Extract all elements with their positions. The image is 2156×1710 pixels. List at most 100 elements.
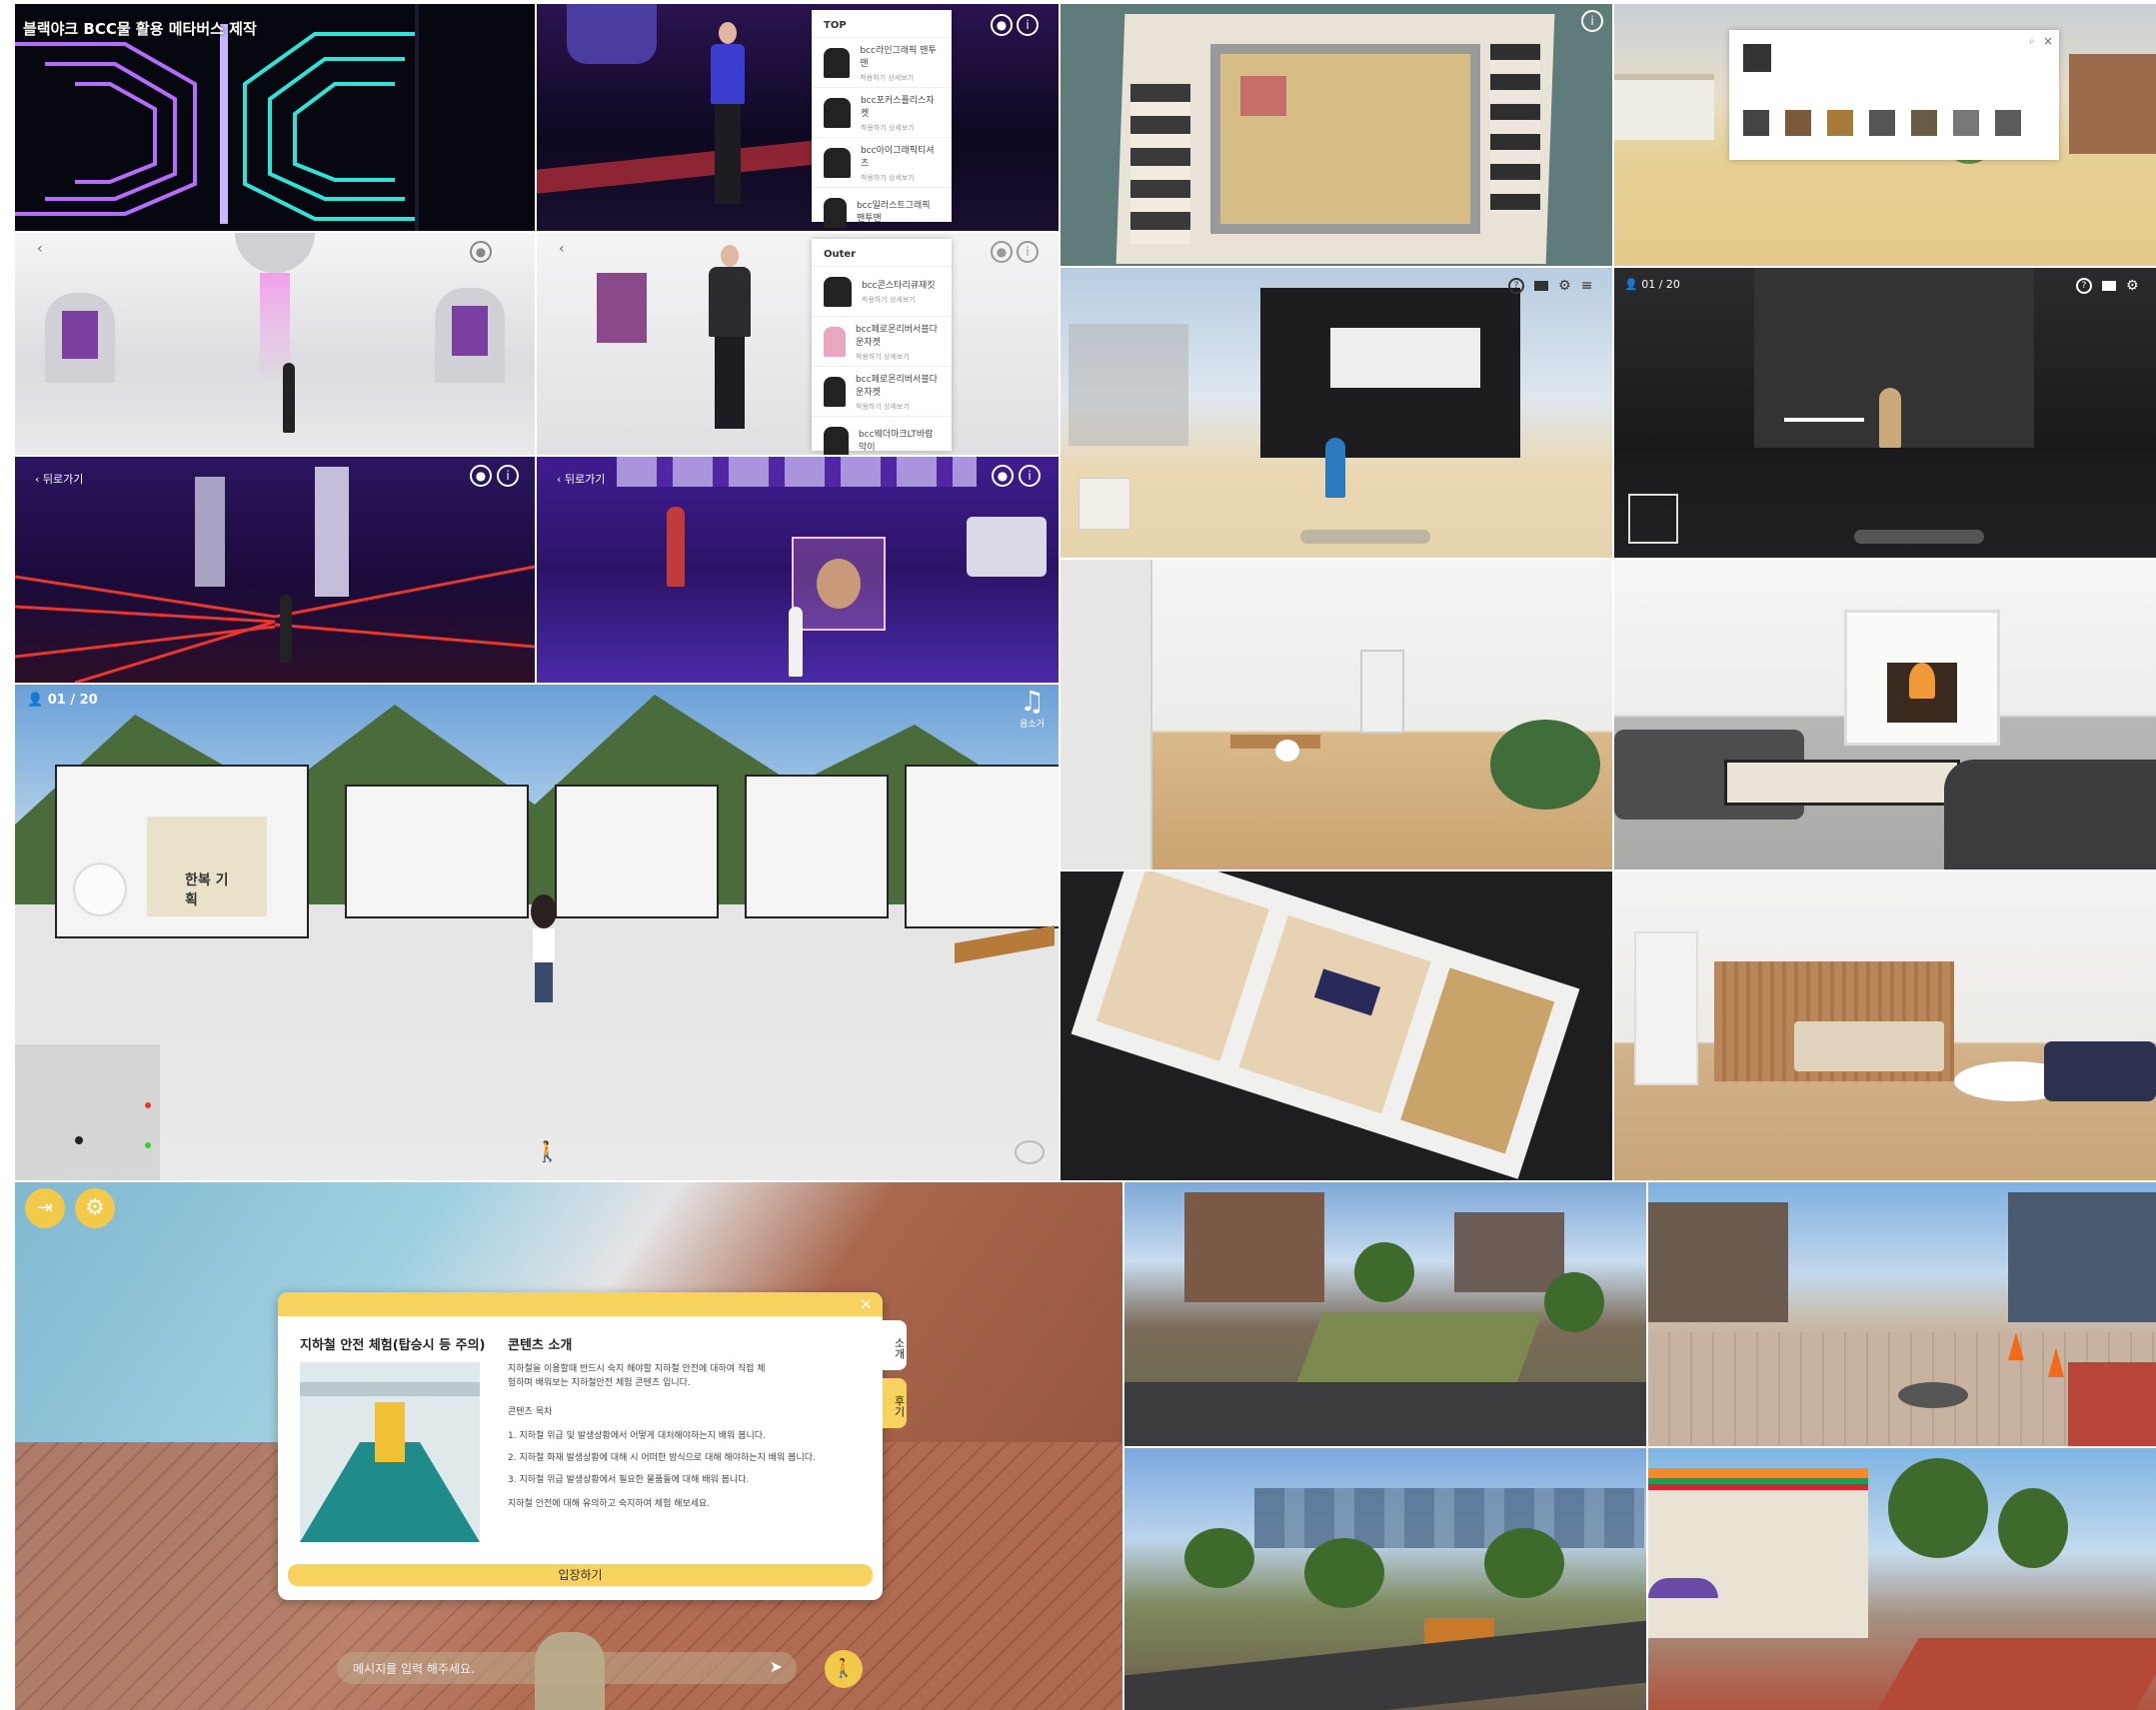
chat-icon[interactable]: ● (992, 465, 1014, 487)
inventory-slot[interactable] (1911, 110, 1937, 136)
tile-subway-modal: ⇥ ⚙ × 지하철 안전 체험(탑승시 등 주의) 콘텐츠 소개 지하철을 이용… (15, 1182, 1122, 1710)
menu-icon[interactable]: ≡ (1581, 278, 1593, 294)
help-icon[interactable]: ? (1508, 278, 1524, 294)
close-icon[interactable]: × (860, 1294, 873, 1313)
eye-icon[interactable] (1015, 1140, 1045, 1164)
tile-interior-hall (1061, 560, 1612, 869)
back-button[interactable]: ‹ 뒤로가기 (35, 471, 83, 487)
door (1634, 931, 1698, 1085)
list-item[interactable]: bcc페로몬리버서블다운자켓 착용하기 상세보기 (812, 366, 952, 416)
music-toggle[interactable]: ♫ 음소거 (1020, 687, 1045, 731)
back-button[interactable]: ‹ 뒤로가기 (557, 471, 605, 487)
info-icon[interactable]: i (1017, 241, 1039, 263)
mail-icon[interactable] (1534, 281, 1548, 291)
search-icon[interactable]: ⌕ (2029, 36, 2035, 47)
list-item[interactable]: bcc포커스플리스자켓 착용하기 상세보기 (812, 87, 952, 137)
toolbar-icons: ? ⚙ (2076, 278, 2139, 294)
light-strip (1784, 418, 1864, 422)
enter-button[interactable]: 입장하기 (288, 1564, 873, 1586)
plant (1490, 720, 1600, 810)
info-icon[interactable]: i (1017, 14, 1039, 36)
inventory-slot[interactable] (1869, 110, 1895, 136)
info-icon[interactable]: i (497, 465, 519, 487)
red-sidewalk (1877, 1638, 2156, 1710)
info-icon[interactable]: i (1581, 10, 1603, 32)
fireplace (1844, 610, 2000, 746)
info-icon[interactable]: i (1019, 465, 1041, 487)
list-item[interactable]: bcc콘스타리큐재킷 착용하기 상세보기 (812, 266, 952, 316)
booth-sign: 한복 기획 (185, 872, 229, 908)
product-panel-outer: Outer bcc콘스타리큐재킷 착용하기 상세보기 bcc페로몬리버서블다운자켓… (812, 239, 952, 455)
exhibition-booth[interactable] (745, 775, 889, 918)
user-count: 👤 01 / 20 (27, 693, 98, 708)
inventory-slot[interactable] (1827, 110, 1853, 136)
chat-input[interactable] (1854, 530, 1984, 544)
send-icon[interactable]: ➤ (770, 1657, 783, 1676)
tile-living-room (1614, 560, 2156, 869)
avatar (527, 894, 561, 1004)
chat-icon[interactable]: ● (470, 241, 492, 263)
walk-icon: 🚶 (832, 1658, 856, 1679)
closing-text: 지하철 안전에 대해 유의하고 숙지하여 체험 해보세요. (508, 1499, 711, 1509)
tab-intro[interactable]: 소개 (883, 1320, 907, 1370)
speaker-wall (967, 517, 1047, 577)
list-item[interactable]: bcc일러스트그래픽 맨투맨 (812, 187, 952, 231)
exhibition-wall (1260, 288, 1520, 458)
chat-icon[interactable]: ● (991, 14, 1013, 36)
list-item[interactable]: bcc페로몬리버서블다운자켓 착용하기 상세보기 (812, 316, 952, 366)
settings-button[interactable]: ⚙ (75, 1188, 115, 1228)
exhibition-booth[interactable] (345, 785, 529, 918)
coffee-table (1724, 760, 1960, 806)
traffic-cone (2008, 1332, 2024, 1360)
back-icon[interactable]: ‹ (559, 241, 565, 257)
minimap[interactable] (15, 1044, 160, 1180)
tile-city-street (1648, 1182, 2156, 1446)
road (1124, 1620, 1646, 1710)
close-icon[interactable]: × (2043, 34, 2053, 48)
exhibition-booth[interactable] (905, 765, 1059, 928)
walk-button[interactable]: 🚶 (825, 1650, 863, 1688)
back-icon[interactable]: ‹ (37, 241, 43, 257)
tree (1484, 1528, 1564, 1598)
tree (1998, 1488, 2068, 1568)
gear-icon[interactable]: ⚙ (1558, 278, 1571, 294)
tile-reception (1614, 871, 2156, 1180)
subway-interior (300, 1362, 480, 1542)
exit-button[interactable]: ⇥ (25, 1188, 65, 1228)
tile-white-hall: ‹ ● (15, 233, 535, 455)
point-item: 3. 지하철 위급 발생상황에서 필요한 물품들에 대해 배워 봅니다. (508, 1475, 750, 1485)
display-case (435, 288, 505, 383)
minimap[interactable] (1078, 478, 1130, 530)
inventory-slot[interactable] (1743, 110, 1769, 136)
brick-building (1184, 1192, 1324, 1302)
modal-title: 지하철 안전 체험(탑승시 등 주의) (300, 1338, 486, 1353)
help-icon[interactable]: ? (2076, 278, 2092, 294)
chat-icon[interactable]: ● (991, 241, 1013, 263)
tile-outer-store: ‹ Outer bcc콘스타리큐재킷 착용하기 상세보기 bcc페로몬리버서블다운… (537, 233, 1059, 455)
inventory-panel: ⌕ × (1729, 30, 2059, 160)
list-item[interactable]: bcc웨더마크LT바람막이 (812, 416, 952, 455)
chat-input[interactable]: 메시지를 입력 해주세요. ➤ (337, 1652, 797, 1684)
mail-icon[interactable] (2102, 281, 2116, 291)
product-panel-top: TOP bcc라인그래픽 맨투맨 착용하기 상세보기 bcc포커스플리스자켓 착용하… (812, 10, 952, 228)
laser-beams (15, 565, 535, 683)
list-item[interactable]: bcc아이그래픽티셔츠 착용하기 상세보기 (812, 137, 952, 187)
exhibition-booth[interactable] (555, 785, 719, 918)
building (1648, 1202, 1788, 1322)
inventory-slot[interactable] (1995, 110, 2021, 136)
chat-icon[interactable]: ● (470, 465, 492, 487)
store-building (1648, 1468, 1868, 1638)
chat-input[interactable] (1300, 530, 1430, 544)
tab-review[interactable]: 후기 (883, 1378, 907, 1428)
inventory-slot[interactable] (1785, 110, 1811, 136)
floorplan-box (1071, 871, 1580, 1179)
skyline (1254, 1488, 1644, 1548)
modal-header-bar: × (278, 1292, 883, 1316)
minimap[interactable] (1628, 494, 1678, 544)
gear-icon[interactable]: ⚙ (2126, 278, 2139, 294)
inventory-slot[interactable] (1953, 110, 1979, 136)
list-item[interactable]: bcc라인그래픽 맨투맨 착용하기 상세보기 (812, 37, 952, 87)
reception-desk (1794, 1021, 1944, 1071)
selected-item (1743, 44, 1771, 72)
walk-icon[interactable]: 🚶 (535, 1139, 560, 1163)
